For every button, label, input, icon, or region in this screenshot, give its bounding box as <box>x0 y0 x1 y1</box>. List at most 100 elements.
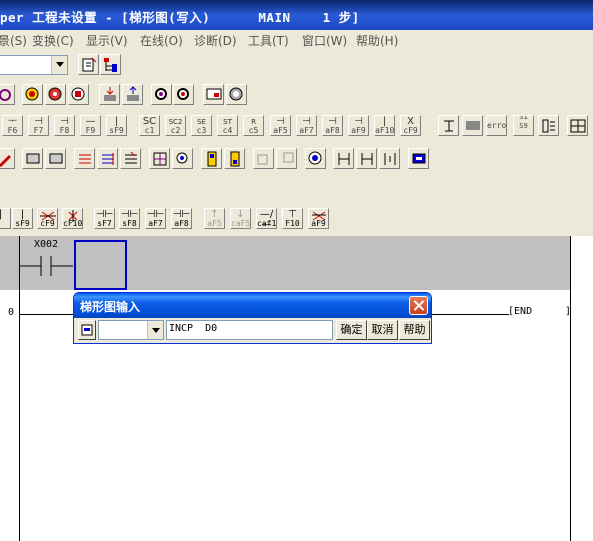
ladder-edit-c-icon[interactable] <box>120 148 141 169</box>
key-c1-button[interactable]: SC c1 <box>139 115 160 136</box>
key-af10-button[interactable]: | aF10 <box>374 115 395 136</box>
batch-monitor-icon[interactable] <box>68 84 89 105</box>
menu-item-search[interactable]: 景(S) <box>0 32 27 49</box>
find-icon[interactable] <box>172 148 193 169</box>
key-af9-ladder-button[interactable]: aF9 <box>308 208 329 229</box>
key-f10-ladder-button[interactable]: ⊤ F10 <box>282 208 303 229</box>
key-f7-button[interactable]: ⊣ F7 <box>28 115 49 136</box>
toolbar-row-1 <box>0 50 593 80</box>
window-a-icon[interactable] <box>253 148 274 169</box>
chevron-down-icon[interactable] <box>51 56 67 74</box>
key-c2-button[interactable]: SC2 c2 <box>165 115 186 136</box>
key-c4-button[interactable]: ST c4 <box>217 115 238 136</box>
menu-item-convert[interactable]: 变换(C) <box>32 32 74 49</box>
symbol-picker-icon[interactable] <box>78 320 96 340</box>
force-off-icon[interactable] <box>224 148 245 169</box>
key-af8-ladder-button[interactable]: ⊣⊢ aF8 <box>171 208 192 229</box>
comment-icon[interactable] <box>438 115 459 136</box>
title-bar[interactable]: per 工程未设置 - [梯形图(写入) MAIN 1 步] <box>0 0 593 30</box>
ok-button[interactable]: 确定 <box>336 320 367 340</box>
cancel-button[interactable]: 取消 <box>367 320 398 340</box>
help-button[interactable]: 帮助 <box>399 320 430 340</box>
chevron-down-icon[interactable] <box>147 321 163 339</box>
key-sf9-ladder-button[interactable]: | sF9 <box>12 208 33 229</box>
window-b-icon[interactable] <box>276 148 297 169</box>
plc-write-icon[interactable] <box>99 84 120 105</box>
key-cf9-button[interactable]: XcF9 <box>400 115 421 136</box>
menu-item-help[interactable]: 帮助(H) <box>356 32 398 49</box>
ladder-editor[interactable]: X002 0 [END ] <box>0 236 593 541</box>
menu-item-window[interactable]: 窗口(W) <box>302 32 347 49</box>
program-select[interactable] <box>0 55 68 75</box>
error-icon[interactable]: error <box>486 115 507 136</box>
key-caf10-ladder-button[interactable]: —/—caf10 <box>256 208 277 229</box>
key-sf8-ladder-button[interactable]: ⊣⊢ sF8 <box>119 208 140 229</box>
key-cf10-ladder-button[interactable]: cF10 <box>62 208 83 229</box>
screen-icon[interactable] <box>203 84 224 105</box>
key-prev-button[interactable]: | <box>0 208 11 229</box>
key-f9-button[interactable]: — F9 <box>80 115 101 136</box>
key-sf7-ladder-button[interactable]: ⊣⊢ sF7 <box>94 208 115 229</box>
device-search-icon[interactable] <box>226 84 247 105</box>
device-batch-icon[interactable] <box>149 148 170 169</box>
menu-item-online[interactable]: 在线(O) <box>140 32 183 49</box>
grid-mode-icon[interactable] <box>567 115 588 136</box>
zoom-in-icon[interactable] <box>151 84 172 105</box>
program-list-icon[interactable] <box>78 54 99 75</box>
end-instruction: [END <box>508 306 533 317</box>
zoom-out-icon[interactable] <box>173 84 194 105</box>
key-sf9-button[interactable]: | sF9 <box>106 115 127 136</box>
key-af9-button[interactable]: ⊣ aF9 <box>348 115 369 136</box>
toolbar-row-5 <box>0 174 593 204</box>
normally-open-contact[interactable] <box>19 252 75 276</box>
menu-bar: 景(S) 变换(C) 显示(V) 在线(O) 诊断(D) 工具(T) 窗口(W)… <box>0 30 593 50</box>
toolbar-row-2 <box>0 80 593 110</box>
key-c3-button[interactable]: SE c3 <box>191 115 212 136</box>
end-label: END <box>514 306 533 317</box>
timing-c-icon[interactable] <box>379 148 400 169</box>
key-af5-button[interactable]: ⊣ aF5 <box>270 115 291 136</box>
close-icon[interactable] <box>409 296 428 315</box>
read-icon[interactable] <box>0 84 15 105</box>
key-caf5-ladder-button[interactable]: ↓ caF5 <box>230 208 251 229</box>
monitor-icon[interactable] <box>22 84 43 105</box>
tree-view-icon[interactable] <box>100 54 121 75</box>
toolbar-row-3: ᅮ F6 ⊣ F7 ⊣ F8 — F9 | sF9 SC c1 SC2 c2 SE c3 ST c… <box>0 110 593 142</box>
key-f6-button[interactable]: ᅮ F6 <box>2 115 23 136</box>
key-f8-button[interactable]: ⊣ F8 <box>54 115 75 136</box>
key-cf9-ladder-button[interactable]: cF9 <box>37 208 58 229</box>
timing-b-icon[interactable] <box>356 148 377 169</box>
menu-item-diagnose[interactable]: 诊断(D) <box>194 32 237 49</box>
key-af7-ladder-button[interactable]: ⊣⊢ aF7 <box>145 208 166 229</box>
key-c5-button[interactable]: Rc5 <box>243 115 264 136</box>
symbol-type-select[interactable] <box>98 320 164 340</box>
edit-icon[interactable] <box>0 148 15 169</box>
monitor-start-icon[interactable] <box>305 148 326 169</box>
tool-a-icon[interactable] <box>22 148 43 169</box>
timing-a-icon[interactable] <box>333 148 354 169</box>
right-power-rail <box>570 236 571 541</box>
dialog-title-bar[interactable]: 梯形图输入 <box>74 293 431 318</box>
s1-s9-icon[interactable]: S1 S9 <box>513 115 534 136</box>
window-title: per 工程未设置 - [梯形图(写入) MAIN 1 步] <box>0 10 360 25</box>
ladder-edit-a-icon[interactable] <box>74 148 95 169</box>
monitor-write-icon[interactable] <box>45 84 66 105</box>
display-icon[interactable] <box>408 148 429 169</box>
key-af8-button[interactable]: ⊣ aF8 <box>322 115 343 136</box>
list-mode-icon[interactable] <box>538 115 559 136</box>
ladder-symbol-toolbar: | |sF9 cF9 cF10 ⊣⊢sF7 ⊣⊢sF8 ⊣⊢aF7 ⊣⊢aF8 … <box>0 204 593 236</box>
right-margin <box>572 236 593 541</box>
menu-item-tools[interactable]: 工具(T) <box>248 32 289 49</box>
statement-icon[interactable] <box>462 115 483 136</box>
toolbar-row-4 <box>0 142 593 174</box>
instruction-input[interactable]: INCP D0 <box>166 320 333 340</box>
key-af5-ladder-button[interactable]: ↑ aF5 <box>204 208 225 229</box>
menu-item-view[interactable]: 显示(V) <box>86 32 128 49</box>
tool-b-icon[interactable] <box>45 148 66 169</box>
force-on-icon[interactable] <box>201 148 222 169</box>
cursor-box[interactable] <box>74 240 127 290</box>
ladder-input-dialog[interactable]: 梯形图输入 INCP D0 确定 取消 帮助 <box>73 292 432 344</box>
plc-read-icon[interactable] <box>122 84 143 105</box>
key-af7-button[interactable]: ⊣ aF7 <box>296 115 317 136</box>
ladder-edit-b-icon[interactable] <box>97 148 118 169</box>
